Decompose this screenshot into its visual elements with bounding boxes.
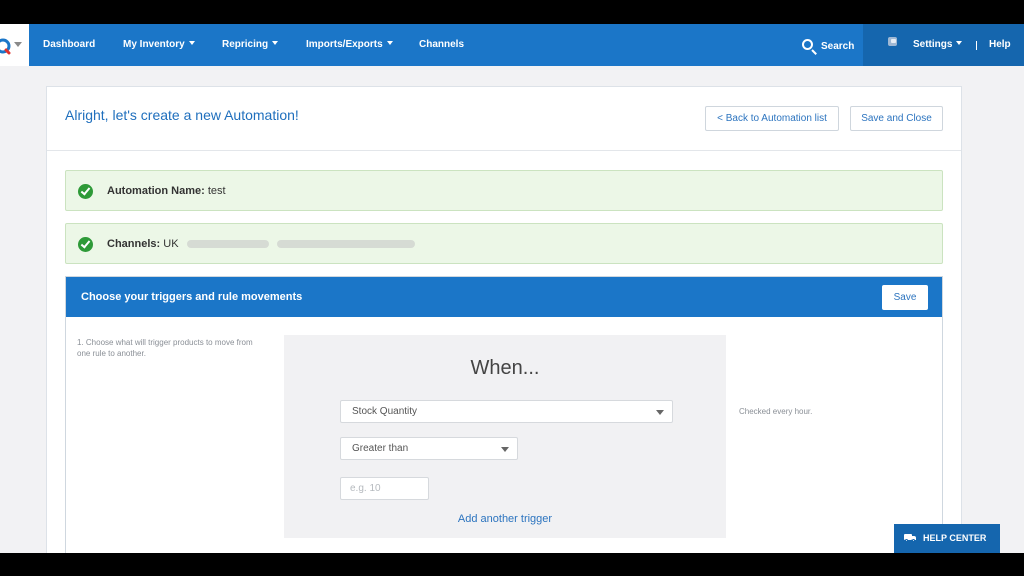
brand-logo-icon: [0, 38, 11, 55]
trigger-builder: When... Stock Quantity Greater than e.g.…: [284, 335, 726, 538]
chevron-down-icon: [956, 41, 963, 45]
nav-my-inventory-label: My Inventory: [123, 39, 185, 50]
add-another-trigger-label[interactable]: Add another trigger: [458, 513, 552, 525]
logo[interactable]: [0, 24, 29, 66]
nav-dashboard[interactable]: Dashboard: [43, 39, 95, 50]
nav-my-inventory[interactable]: My Inventory: [123, 39, 195, 50]
when-heading: When...: [470, 357, 540, 379]
redacted-channel: [186, 240, 269, 248]
back-to-automation-list-button[interactable]: < Back to Automation list: [705, 106, 839, 131]
user-account-icon[interactable]: [885, 37, 899, 51]
automation-name-value: test: [207, 185, 226, 197]
check-circle-icon: [78, 184, 93, 199]
trigger-field-value: Stock Quantity: [352, 406, 418, 417]
nav-help-label: Help: [989, 39, 1011, 50]
truck-icon: [904, 534, 916, 542]
triggers-card-header: Choose your triggers and rule movements …: [66, 277, 942, 317]
nav-imports-exports-label: Imports/Exports: [306, 39, 383, 50]
automation-name-label: Automation Name:: [107, 185, 205, 197]
nav-search-label: Search: [821, 41, 855, 52]
trigger-field-select[interactable]: Stock Quantity: [340, 400, 673, 423]
nav-divider: [976, 41, 977, 50]
top-navigation: Dashboard My Inventory Repricing Imports…: [0, 24, 1024, 66]
nav-repricing[interactable]: Repricing: [222, 39, 279, 50]
nav-settings[interactable]: Settings: [913, 39, 963, 50]
help-center-label: HELP CENTER: [923, 533, 987, 543]
chevron-down-icon: [14, 42, 22, 47]
chevron-down-icon: [272, 41, 279, 45]
page-title: Alright, let's create a new Automation!: [65, 107, 299, 123]
triggers-card-title: Choose your triggers and rule movements: [81, 291, 303, 303]
check-frequency-note: Checked every hour.: [739, 407, 813, 416]
redacted-channel: [276, 240, 415, 248]
triggers-card: Choose your triggers and rule movements …: [65, 276, 943, 553]
chevron-down-icon: [386, 41, 393, 45]
search-icon[interactable]: [802, 39, 813, 50]
chevron-down-icon: [501, 447, 509, 452]
trigger-value-input[interactable]: e.g. 10: [340, 477, 429, 500]
add-another-trigger-link: Add another trigger: [284, 513, 726, 525]
save-triggers-button[interactable]: Save: [882, 285, 928, 310]
operator-value: Greater than: [352, 443, 409, 454]
nav-settings-label: Settings: [913, 39, 953, 50]
nav-dashboard-label: Dashboard: [43, 39, 96, 50]
automation-name-summary: Automation Name: test: [65, 170, 943, 211]
app-screen: Dashboard My Inventory Repricing Imports…: [0, 24, 1024, 553]
nav-search[interactable]: Search: [821, 41, 854, 52]
automation-panel: Alright, let's create a new Automation! …: [46, 86, 962, 553]
chevron-down-icon: [188, 41, 195, 45]
automation-name-text: Automation Name: test: [107, 185, 226, 197]
nav-help[interactable]: Help: [989, 39, 1011, 50]
nav-repricing-label: Repricing: [222, 39, 269, 50]
step-description: 1. Choose what will trigger products to …: [77, 338, 253, 358]
channels-summary: Channels: UK: [65, 223, 943, 264]
channels-value: UK: [163, 238, 179, 250]
nav-channels[interactable]: Channels: [419, 39, 464, 50]
help-center-button[interactable]: HELP CENTER: [894, 524, 1000, 553]
nav-imports-exports[interactable]: Imports/Exports: [306, 39, 393, 50]
channels-label: Channels:: [107, 238, 161, 250]
channels-text: Channels: UK: [107, 238, 415, 250]
operator-select[interactable]: Greater than: [340, 437, 518, 460]
save-and-close-button[interactable]: Save and Close: [850, 106, 943, 131]
chevron-down-icon: [656, 410, 664, 415]
divider: [47, 150, 961, 151]
nav-channels-label: Channels: [419, 39, 465, 50]
check-circle-icon: [78, 237, 93, 252]
